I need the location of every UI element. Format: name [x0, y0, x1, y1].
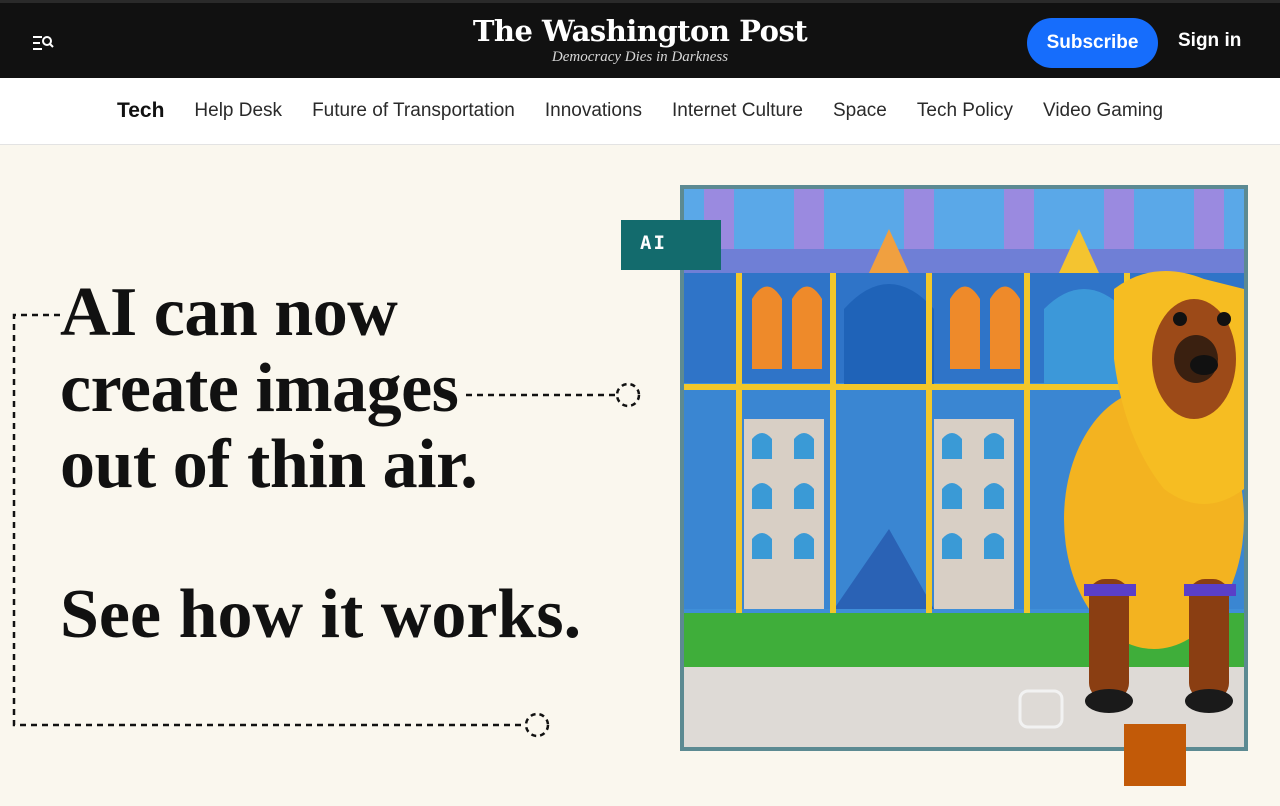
section-nav-item-tech-policy[interactable]: Tech Policy: [917, 100, 1013, 122]
hero-subhead: See how it works.: [60, 576, 582, 653]
ai-generated-dachshund-illustration: [684, 189, 1244, 747]
hero-ai-image: [680, 185, 1248, 751]
section-nav: Tech Help Desk Future of Transportation …: [0, 78, 1280, 145]
logo-tagline: Democracy Dies in Darkness: [551, 49, 729, 65]
menu-search-icon[interactable]: [26, 27, 58, 59]
headline-line-3: out of thin air.: [60, 426, 478, 503]
hero-section: AI can now create images out of thin air…: [0, 145, 1280, 806]
subscribe-button[interactable]: Subscribe: [1027, 18, 1158, 68]
hero-headline: AI can now create images out of thin air…: [60, 274, 478, 503]
sign-in-link[interactable]: Sign in: [1178, 30, 1241, 52]
decorative-orange-square: [1124, 724, 1186, 786]
headline-line-2: create images: [60, 350, 459, 427]
section-nav-item-innovations[interactable]: Innovations: [545, 100, 642, 122]
site-logo[interactable]: The Washington Post Democracy Dies in Da…: [440, 13, 840, 65]
ai-topic-tag[interactable]: AI: [621, 220, 721, 270]
section-nav-item-space[interactable]: Space: [833, 100, 887, 122]
section-nav-item-internet-culture[interactable]: Internet Culture: [672, 100, 803, 122]
masthead-bar: The Washington Post Democracy Dies in Da…: [0, 0, 1280, 78]
section-nav-item-help-desk[interactable]: Help Desk: [194, 100, 282, 122]
section-nav-item-future-of-transportation[interactable]: Future of Transportation: [312, 100, 515, 122]
section-nav-item-video-gaming[interactable]: Video Gaming: [1043, 100, 1163, 122]
headline-line-1: AI can now: [60, 274, 398, 351]
section-nav-current-tech[interactable]: Tech: [117, 99, 164, 123]
logo-wordmark: The Washington Post: [472, 14, 808, 48]
